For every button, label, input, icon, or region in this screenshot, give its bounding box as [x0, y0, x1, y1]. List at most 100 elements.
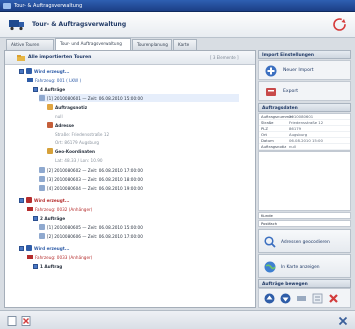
- tab-label: Aktive Touren: [11, 42, 40, 47]
- detail-key: Auftragsnummer: [261, 114, 294, 119]
- vehicle-icon[interactable]: [296, 293, 307, 304]
- truck-icon: [27, 207, 33, 211]
- tab-label: Karte: [178, 42, 190, 47]
- customer-field[interactable]: Kunde: [258, 212, 351, 219]
- tree-node-order[interactable]: [3] 2010080603 — Zeit: 06.08.2010 18:00:…: [39, 175, 143, 183]
- tree-value: Ort: 86179 Augsburg: [55, 138, 99, 146]
- tour-checkbox[interactable]: [19, 245, 24, 251]
- panel-header: Alle importierten Touren [ 3 Elemente ]: [5, 51, 255, 65]
- tab-karte[interactable]: Karte: [173, 39, 197, 50]
- order-icon: [39, 224, 45, 230]
- tab-auftragsverwaltung[interactable]: Tour- und Auftragsverwaltung: [55, 38, 131, 50]
- order-details-header: Auftragsdaten: [258, 103, 351, 112]
- tree-node-tour[interactable]: Wird erzeugt...: [19, 67, 70, 75]
- tree-label: null: [55, 113, 63, 119]
- button-label: Adressen geocodieren: [281, 240, 330, 245]
- detail-key: Datum: [261, 138, 274, 143]
- app-header: Tour- & Auftragsverwaltung: [0, 12, 355, 38]
- tour-checkbox[interactable]: [19, 68, 24, 74]
- truck-logo-icon: [9, 20, 24, 31]
- globe-icon: [264, 261, 276, 273]
- tree-label: Ort: 86179 Augsburg: [55, 139, 100, 145]
- tree-node-vehicle[interactable]: Fahrzeug: 0033 (Anhänger): [27, 253, 92, 261]
- tree-label: Wird erzeugt...: [34, 197, 70, 203]
- tree-value: Lat: 48.33 / Lon: 10.90: [55, 156, 103, 164]
- postbox-field[interactable]: Postfach: [258, 220, 351, 227]
- order-details-table: Auftragsnummer 2010080601 Straße Friedenss…: [258, 113, 351, 151]
- detail-value: Augsburg: [289, 132, 308, 137]
- close-icon[interactable]: [338, 316, 348, 326]
- tree-value: Straße: Friedensstraße 12: [55, 130, 109, 138]
- tree-label: Auftragsnotiz: [55, 104, 88, 110]
- tree-label: [2] 2010080602 — Zeit: 06.08.2010 17:00:…: [47, 167, 143, 173]
- tree-node-orders[interactable]: 2 Aufträge: [33, 214, 65, 222]
- tree-node-vehicle[interactable]: Fahrzeug: 0032 (Anhänger): [27, 205, 92, 213]
- tab-label: Tour- und Auftragsverwaltung: [60, 41, 122, 46]
- tour-tree: Wird erzeugt... Fahrzeug: 001 ( LKW ) 4 …: [5, 66, 255, 306]
- detail-key: Ort: [261, 132, 268, 137]
- tour-checkbox[interactable]: [19, 197, 24, 203]
- geocode-addresses-button[interactable]: Adressen geocodieren: [258, 229, 351, 253]
- footer-bar: [0, 310, 355, 329]
- orders-checkbox[interactable]: [33, 86, 38, 92]
- folder-icon: [17, 55, 25, 61]
- tour-icon: [26, 68, 32, 74]
- tour-icon: [26, 197, 32, 203]
- tree-label: Wird erzeugt...: [34, 68, 70, 74]
- delete-icon[interactable]: [328, 293, 339, 304]
- tree-label: Fahrzeug: 0033 (Anhänger): [35, 254, 93, 260]
- tree-label: Adresse: [55, 122, 74, 128]
- tree-node-address[interactable]: Adresse: [47, 121, 74, 129]
- refresh-icon[interactable]: [332, 17, 347, 32]
- new-document-icon[interactable]: [7, 316, 17, 326]
- window-title: Tour- & Auftragsverwaltung: [14, 3, 83, 9]
- list-icon[interactable]: [312, 293, 323, 304]
- tree-node-tour[interactable]: Wird erzeugt...: [19, 244, 70, 252]
- detail-key: Auftragsnotiz: [261, 144, 287, 149]
- tree-label: Fahrzeug: 0032 (Anhänger): [35, 206, 93, 212]
- move-orders-toolbar: [258, 288, 351, 308]
- import-icon: [265, 65, 277, 77]
- order-icon: [39, 167, 45, 173]
- tree-node-order[interactable]: [2] 2010080602 — Zeit: 06.08.2010 17:00:…: [39, 166, 143, 174]
- tree-label: [2] 2010080606 — Zeit: 06.08.2010 17:00:…: [47, 233, 143, 239]
- detail-value: 2010080601: [289, 114, 314, 119]
- tree-label: [3] 2010080603 — Zeit: 06.08.2010 18:00:…: [47, 176, 143, 182]
- tree-label: Geo-Koordinaten: [55, 148, 95, 154]
- tree-label: Wird erzeugt...: [34, 245, 70, 251]
- panel-title: Alle importierten Touren: [28, 55, 92, 60]
- tree-node-geo[interactable]: Geo-Koordinaten: [47, 147, 95, 155]
- tree-node-vehicle[interactable]: Fahrzeug: 001 ( LKW ): [27, 76, 81, 84]
- tree-node-order[interactable]: [4] 2010080604 — Zeit: 06.08.2010 19:00:…: [39, 184, 143, 192]
- order-icon: [39, 95, 45, 101]
- app-title: Tour- & Auftragsverwaltung: [32, 21, 127, 28]
- delete-document-icon[interactable]: [21, 316, 31, 326]
- tree-node-note[interactable]: Auftragsnotiz: [47, 103, 87, 111]
- tab-aktive-touren[interactable]: Aktive Touren: [6, 39, 54, 50]
- tree-node-orders[interactable]: 4 Aufträge: [33, 85, 65, 93]
- tab-tourenplanung[interactable]: Tourenplanung: [132, 39, 172, 50]
- tree-node-tour[interactable]: Wird erzeugt...: [19, 196, 70, 204]
- magnifier-icon: [264, 236, 276, 248]
- orders-checkbox[interactable]: [33, 215, 38, 221]
- tree-node-order[interactable]: [1] 2010080605 — Zeit: 06.08.2010 15:00:…: [39, 223, 143, 231]
- show-in-map-button[interactable]: In Karte anzeigen: [258, 254, 351, 278]
- order-icon: [39, 233, 45, 239]
- detail-key: PLZ: [261, 126, 269, 131]
- detail-value: 86179: [289, 126, 302, 131]
- tree-node-order[interactable]: [2] 2010080606 — Zeit: 06.08.2010 17:00:…: [39, 232, 143, 240]
- button-label: In Karte anzeigen: [281, 265, 320, 270]
- move-up-icon[interactable]: [264, 293, 275, 304]
- orders-checkbox[interactable]: [33, 263, 38, 269]
- tour-tree-panel: Alle importierten Touren [ 3 Elemente ] …: [4, 50, 256, 308]
- move-down-icon[interactable]: [280, 293, 291, 304]
- new-import-button[interactable]: Neuer Import: [258, 60, 351, 80]
- tree-node-order-selected[interactable]: [1] 2010080601 — Zeit: 06.08.2010 15:00:…: [39, 94, 239, 102]
- detail-key: Straße: [261, 120, 274, 125]
- tree-label: Straße: Friedensstraße 12: [55, 131, 110, 137]
- tree-node-orders[interactable]: 1 Auftrag: [33, 262, 62, 270]
- tree-label: Fahrzeug: 001 ( LKW ): [35, 77, 82, 83]
- export-button[interactable]: Export: [258, 81, 351, 101]
- order-icon: [39, 176, 45, 182]
- element-count: [ 3 Elemente ]: [210, 55, 239, 60]
